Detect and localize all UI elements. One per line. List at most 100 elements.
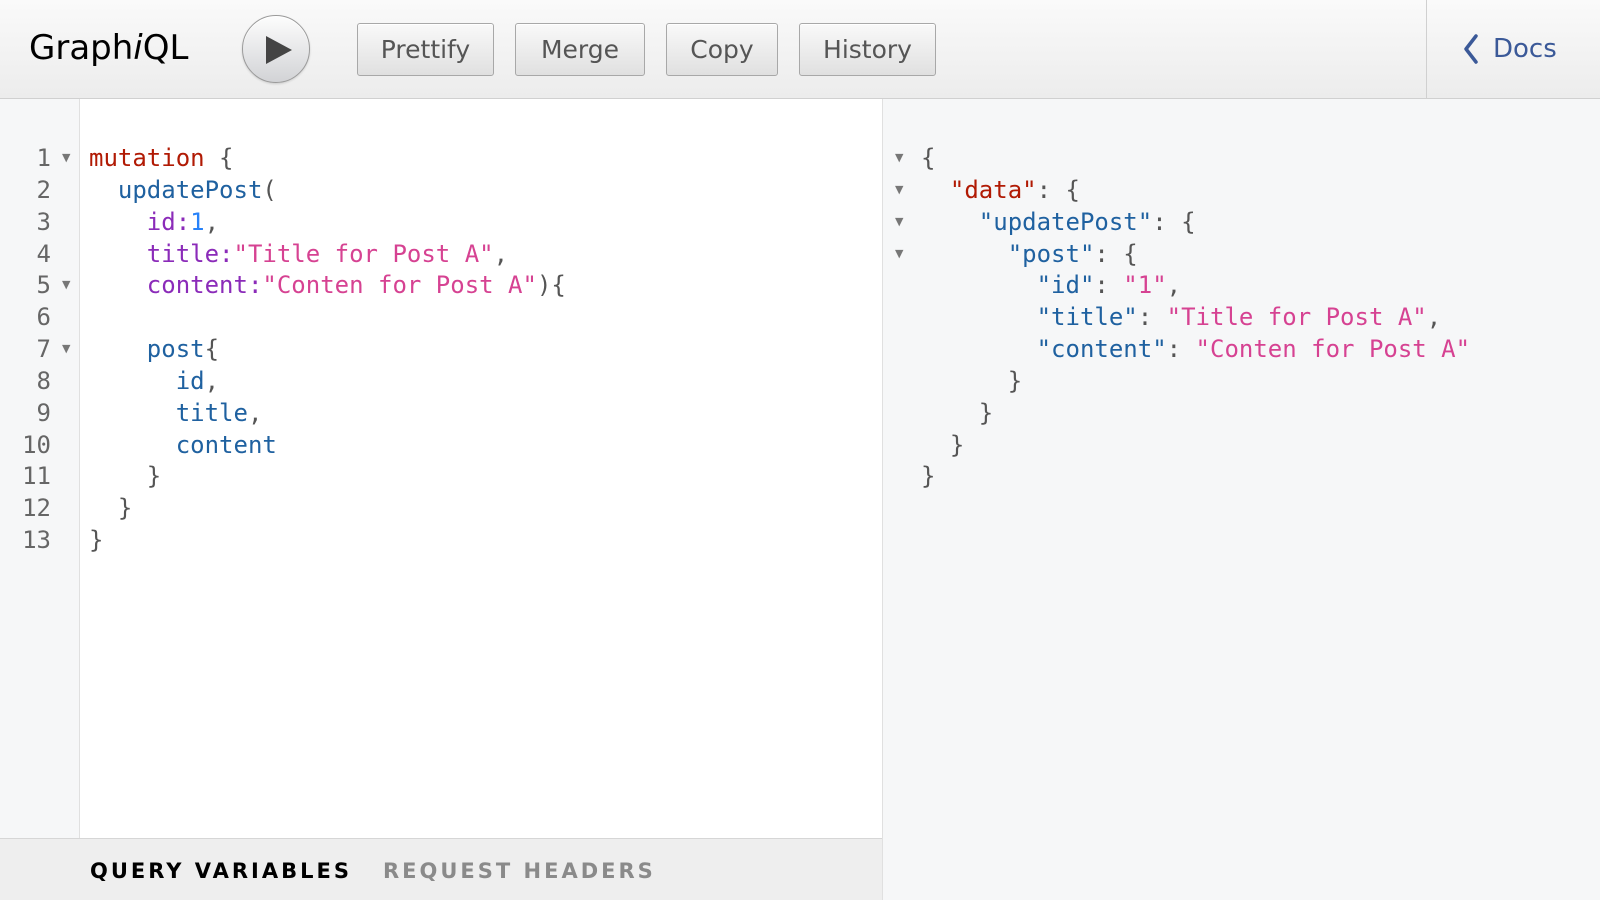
code-line: content:"Conten for Post A"){ xyxy=(89,269,566,301)
result-line: "id": "1", xyxy=(921,269,1182,301)
line-number: 6 xyxy=(36,303,51,331)
line-number: 2 xyxy=(36,176,51,204)
result-gutter: ▼ ▼ ▼ ▼ xyxy=(883,99,911,900)
punctuation: : { xyxy=(1036,176,1080,204)
number-value: 1 xyxy=(190,208,205,236)
variables-bar: QUERY VARIABLES REQUEST HEADERS xyxy=(0,838,882,900)
punctuation: : xyxy=(1094,271,1124,299)
punctuation: , xyxy=(204,208,220,236)
json-string-value: "Title for Post A" xyxy=(1166,303,1427,331)
json-string-value: "Conten for Post A" xyxy=(1195,335,1471,363)
code-line: title:"Title for Post A", xyxy=(89,238,508,270)
line-number: 11 xyxy=(22,462,51,490)
punctuation: ){ xyxy=(536,271,566,299)
punctuation: : { xyxy=(1094,240,1138,268)
field-name: id xyxy=(89,367,205,395)
json-key: "title" xyxy=(1036,303,1138,331)
result-line: "post": { xyxy=(921,238,1138,270)
punctuation: , xyxy=(493,240,509,268)
code-line: content xyxy=(89,429,277,461)
punctuation: { xyxy=(204,335,220,363)
result-line: } xyxy=(921,367,1023,395)
code-line: id:1, xyxy=(89,206,219,238)
json-key: "updatePost" xyxy=(978,208,1153,236)
line-number: 5 xyxy=(36,271,51,299)
result-line: } xyxy=(921,462,936,490)
result-line: } xyxy=(921,399,994,427)
punctuation: } xyxy=(89,462,162,490)
logo-italic: i xyxy=(133,28,143,68)
code-line: title, xyxy=(89,397,263,429)
history-button[interactable]: History xyxy=(799,23,936,76)
result-viewer: ▼ ▼ ▼ ▼ { "data": { "updatePost": { "pos… xyxy=(882,99,1600,900)
argument-name: title xyxy=(89,240,220,268)
json-key: "content" xyxy=(1036,335,1167,363)
json-string-value: "1" xyxy=(1123,271,1167,299)
punctuation: ( xyxy=(262,176,277,204)
logo-suffix: QL xyxy=(142,28,189,68)
json-key: "id" xyxy=(1036,271,1095,299)
toolbar: GraphiQL Prettify Merge Copy History Doc… xyxy=(0,0,1600,99)
tab-query-variables[interactable]: QUERY VARIABLES xyxy=(90,859,352,883)
logo-prefix: Graph xyxy=(29,28,134,68)
punctuation: : { xyxy=(1152,208,1196,236)
json-key: "post" xyxy=(1007,240,1095,268)
fold-arrow-icon[interactable]: ▼ xyxy=(62,333,70,365)
prettify-button[interactable]: Prettify xyxy=(357,23,494,76)
line-number: 10 xyxy=(22,431,51,459)
code-line: } xyxy=(89,492,132,524)
line-number: 12 xyxy=(22,494,51,522)
execute-query-button[interactable] xyxy=(242,15,310,83)
punctuation: , xyxy=(247,399,263,427)
line-number: 9 xyxy=(36,399,51,427)
play-icon xyxy=(266,36,292,64)
field-name: title xyxy=(89,399,248,427)
code-line: } xyxy=(89,460,161,492)
docs-label: Docs xyxy=(1493,34,1557,64)
field-name: updatePost xyxy=(89,176,263,204)
punctuation: , xyxy=(1166,271,1182,299)
tab-request-headers[interactable]: REQUEST HEADERS xyxy=(383,859,656,883)
punctuation: } xyxy=(89,526,104,554)
fold-arrow-icon[interactable]: ▼ xyxy=(895,174,903,206)
argument-name: content xyxy=(89,271,248,299)
code-line: mutation { xyxy=(89,142,234,174)
line-number: 7 xyxy=(36,335,51,363)
string-value: "Conten for Post A" xyxy=(262,271,537,299)
code-line: id, xyxy=(89,365,219,397)
punctuation: } xyxy=(89,494,133,522)
chevron-left-icon xyxy=(1464,34,1478,64)
argument-name: id xyxy=(89,208,176,236)
code-line: updatePost( xyxy=(89,174,277,206)
query-editor[interactable]: 1 2 3 4 5 6 7 8 9 10 11 12 13 ▼ ▼ ▼ muta… xyxy=(0,99,882,900)
json-key: "data" xyxy=(949,176,1037,204)
field-name: post xyxy=(89,335,205,363)
punctuation: : xyxy=(247,271,263,299)
line-number: 3 xyxy=(36,208,51,236)
punctuation: , xyxy=(204,367,220,395)
punctuation: { xyxy=(204,144,234,172)
docs-button[interactable]: Docs xyxy=(1463,34,1557,64)
punctuation: : xyxy=(219,240,234,268)
copy-button[interactable]: Copy xyxy=(666,23,778,76)
line-number: 4 xyxy=(36,240,51,268)
docs-area: Docs xyxy=(1426,0,1600,98)
string-value: "Title for Post A" xyxy=(233,240,494,268)
punctuation: : xyxy=(1137,303,1167,331)
punctuation: : xyxy=(175,208,191,236)
merge-button[interactable]: Merge xyxy=(515,23,645,76)
line-number: 13 xyxy=(22,526,51,554)
fold-arrow-icon[interactable]: ▼ xyxy=(895,206,903,238)
app-logo: GraphiQL xyxy=(29,28,188,68)
result-line: "data": { xyxy=(921,174,1080,206)
fold-arrow-icon[interactable]: ▼ xyxy=(895,142,903,174)
result-line: } xyxy=(921,431,965,459)
fold-arrow-icon[interactable]: ▼ xyxy=(62,142,70,174)
line-number: 1 xyxy=(36,144,51,172)
result-line: "content": "Conten for Post A" xyxy=(921,333,1471,365)
result-line: "title": "Title for Post A", xyxy=(921,301,1442,333)
fold-arrow-icon[interactable]: ▼ xyxy=(895,238,903,270)
fold-arrow-icon[interactable]: ▼ xyxy=(62,269,70,301)
punctuation: , xyxy=(1426,303,1442,331)
keyword: mutation xyxy=(89,144,205,172)
